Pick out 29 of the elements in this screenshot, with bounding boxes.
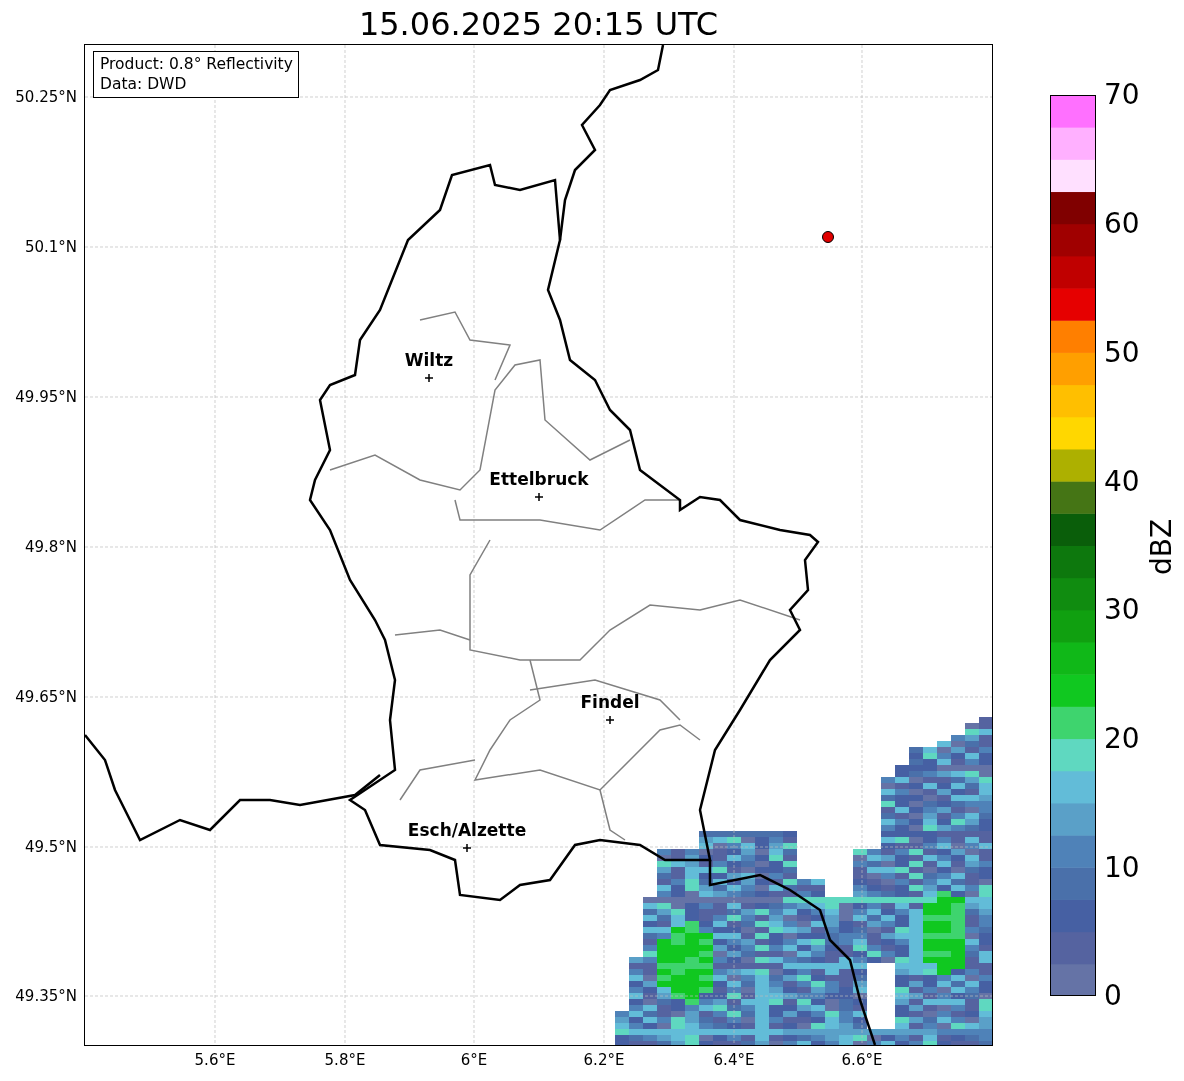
- longitude-tick-label: 6.4°E: [712, 1051, 756, 1069]
- city-label: Esch/Alzette: [407, 820, 527, 840]
- plot-title: 15.06.2025 20:15 UTC: [357, 4, 720, 44]
- city-label: Wiltz: [404, 350, 454, 370]
- longitude-tick-label: 6°E: [459, 1051, 489, 1069]
- info-text: Product: 0.8° Reflectivity: [100, 54, 293, 74]
- longitude-tick-label: 6.2°E: [582, 1051, 626, 1069]
- colorbar-label: dBZ: [1147, 518, 1178, 576]
- latitude-tick-label: 49.65°N: [15, 688, 77, 706]
- latitude-tick-label: 50.1°N: [24, 238, 77, 256]
- colorbar-tick-label: 60: [1104, 209, 1140, 239]
- colorbar-tick-label: 0: [1104, 981, 1122, 1011]
- longitude-tick-label: 5.6°E: [193, 1051, 237, 1069]
- latitude-tick-label: 50.25°N: [15, 88, 77, 106]
- latitude-tick-label: 49.8°N: [24, 538, 77, 556]
- latitude-tick-label: 49.95°N: [15, 388, 77, 406]
- longitude-tick-label: 6.6°E: [840, 1051, 884, 1069]
- city-label: Ettelbruck: [489, 469, 589, 489]
- city-label: Findel: [580, 692, 640, 712]
- colorbar-tick-label: 70: [1104, 80, 1140, 110]
- colorbar-tick-label: 10: [1104, 853, 1140, 883]
- latitude-tick-label: 49.5°N: [24, 838, 77, 856]
- latitude-tick-label: 49.35°N: [15, 987, 77, 1005]
- colorbar-tick-label: 20: [1104, 724, 1140, 754]
- longitude-tick-label: 5.8°E: [323, 1051, 367, 1069]
- colorbar-tick-label: 40: [1104, 467, 1140, 497]
- colorbar-tick-label: 30: [1104, 595, 1140, 625]
- info-text: Data: DWD: [100, 74, 188, 94]
- colorbar-tick-label: 50: [1104, 338, 1140, 368]
